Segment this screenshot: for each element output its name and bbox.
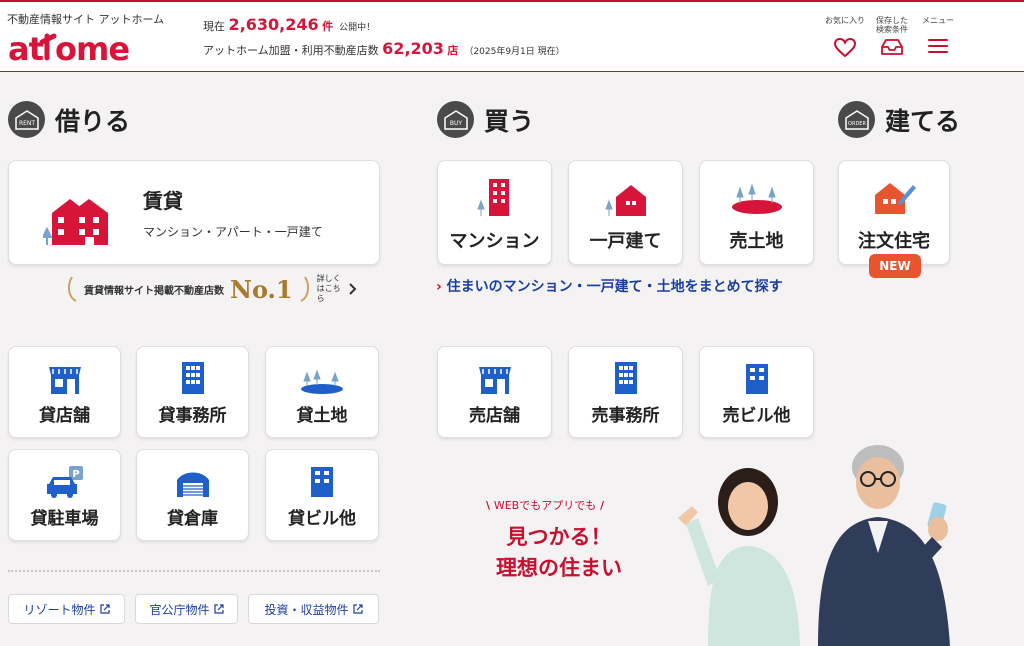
favorites-button[interactable]: お気に入り bbox=[824, 16, 866, 58]
site-tagline: 不動産情報サイト アットホーム bbox=[7, 13, 165, 26]
land-icon bbox=[731, 183, 782, 214]
promo-tagline: \ WEBでもアプリでも / bbox=[486, 499, 605, 512]
rent-badge-icon: RENT bbox=[8, 101, 45, 138]
no1-award[interactable]: 賃貸情報サイト掲載不動産店数 No.1 詳しくはこちら bbox=[66, 274, 357, 304]
rent-land-label: 貸土地 bbox=[296, 406, 348, 426]
svg-text:at: at bbox=[8, 30, 44, 68]
menu-button[interactable]: メニュー bbox=[917, 16, 959, 54]
investment-link[interactable]: 投資・収益物件 bbox=[248, 594, 379, 624]
custom-home-card[interactable]: 注文住宅 bbox=[838, 160, 950, 265]
rent-office-card[interactable]: 貸事務所 bbox=[136, 346, 249, 438]
store-icon bbox=[48, 367, 81, 394]
office-building-icon bbox=[614, 362, 637, 394]
divider bbox=[8, 570, 380, 572]
house-pencil-icon bbox=[875, 183, 916, 214]
athome-logo[interactable]: at ome bbox=[8, 28, 148, 77]
buy-office-label: 売事務所 bbox=[591, 406, 660, 426]
buy-building-label: 売ビル他 bbox=[722, 406, 791, 426]
hamburger-icon bbox=[928, 39, 948, 53]
house-icon bbox=[604, 185, 646, 216]
inbox-icon bbox=[881, 39, 903, 55]
svg-text:ORDER: ORDER bbox=[848, 121, 866, 127]
buy-land-label: 売土地 bbox=[729, 231, 784, 252]
order-badge-icon: ORDER bbox=[838, 101, 875, 138]
rental-card-title: 賃貸 bbox=[143, 189, 183, 213]
government-link[interactable]: 官公庁物件 bbox=[135, 594, 238, 624]
saved-search-button[interactable]: 保存した検索条件 bbox=[870, 16, 914, 56]
rent-parking-label: 貸駐車場 bbox=[30, 509, 99, 529]
laurel-right-icon bbox=[300, 276, 309, 302]
order-title: 建てる bbox=[885, 106, 961, 136]
condo-building-icon bbox=[476, 179, 509, 216]
rent-office-label: 貸事務所 bbox=[158, 406, 227, 426]
custom-home-label: 注文住宅 bbox=[858, 231, 930, 252]
buy-office-card[interactable]: 売事務所 bbox=[568, 346, 683, 438]
rent-store-label: 貸店舗 bbox=[39, 406, 90, 426]
rent-land-card[interactable]: 貸土地 bbox=[265, 346, 379, 438]
external-link-icon bbox=[99, 604, 110, 614]
land-icon bbox=[301, 369, 343, 394]
rent-section-heading: RENT 借りる bbox=[8, 101, 130, 138]
buy-all-link[interactable]: › 住まいのマンション・一戸建て・土地をまとめて探す bbox=[436, 276, 783, 296]
rent-store-card[interactable]: 貸店舗 bbox=[8, 346, 121, 438]
buy-store-label: 売店舗 bbox=[469, 406, 520, 426]
rent-warehouse-card[interactable]: 貸倉庫 bbox=[136, 449, 249, 541]
svg-text:BUY: BUY bbox=[449, 120, 462, 127]
buy-mansion-label: マンション bbox=[449, 231, 540, 252]
laurel-left-icon bbox=[67, 276, 77, 302]
building-icon bbox=[311, 467, 333, 497]
store-icon bbox=[478, 367, 511, 394]
buy-building-card[interactable]: 売ビル他 bbox=[699, 346, 814, 438]
promo-headline: 見つかる！ 理想の住まい bbox=[496, 525, 622, 580]
warehouse-icon bbox=[176, 472, 209, 497]
agency-count: アットホーム加盟・利用不動産店数 62,203 店（2025年9月1日 現在） bbox=[203, 39, 565, 58]
rent-building-label: 貸ビル他 bbox=[288, 509, 356, 529]
svg-text:P: P bbox=[72, 469, 79, 480]
chevron-right-icon bbox=[348, 283, 356, 295]
buy-house-label: 一戸建て bbox=[589, 231, 662, 252]
svg-text:ome: ome bbox=[55, 30, 129, 68]
order-section-heading: ORDER 建てる bbox=[838, 101, 960, 138]
buy-mansion-card[interactable]: マンション bbox=[437, 160, 552, 265]
man-photo bbox=[818, 445, 950, 646]
rent-warehouse-label: 貸倉庫 bbox=[167, 509, 218, 529]
office-building-icon bbox=[181, 362, 204, 394]
heart-icon bbox=[834, 38, 856, 58]
listing-count: 現在 2,630,246 件公開中！ bbox=[203, 15, 376, 34]
new-badge: NEW bbox=[869, 254, 921, 278]
site-header: 不動産情報サイト アットホーム at ome 現在 2,630,246 件公開中… bbox=[0, 0, 1024, 72]
rental-card-subtitle: マンション・アパート・一戸建て bbox=[143, 225, 323, 239]
svg-text:RENT: RENT bbox=[18, 120, 34, 127]
external-link-icon bbox=[213, 604, 224, 614]
parking-car-icon: P bbox=[46, 466, 83, 498]
buy-section-heading: BUY 買う bbox=[437, 101, 534, 138]
rental-housing-card[interactable]: 賃貸 マンション・アパート・一戸建て bbox=[8, 160, 380, 265]
rent-parking-card[interactable]: P 貸駐車場 bbox=[8, 449, 121, 541]
buy-land-card[interactable]: 売土地 bbox=[699, 160, 814, 265]
apartment-building-icon bbox=[43, 199, 108, 245]
buy-title: 買う bbox=[484, 106, 535, 136]
rent-building-card[interactable]: 貸ビル他 bbox=[265, 449, 379, 541]
resort-link[interactable]: リゾート物件 bbox=[8, 594, 125, 624]
buy-store-card[interactable]: 売店舗 bbox=[437, 346, 552, 438]
rent-title: 借りる bbox=[55, 106, 131, 136]
buy-house-card[interactable]: 一戸建て bbox=[568, 160, 683, 265]
external-link-icon bbox=[352, 604, 363, 614]
buy-badge-icon: BUY bbox=[437, 101, 474, 138]
building-icon bbox=[745, 364, 768, 394]
woman-photo bbox=[678, 468, 800, 646]
